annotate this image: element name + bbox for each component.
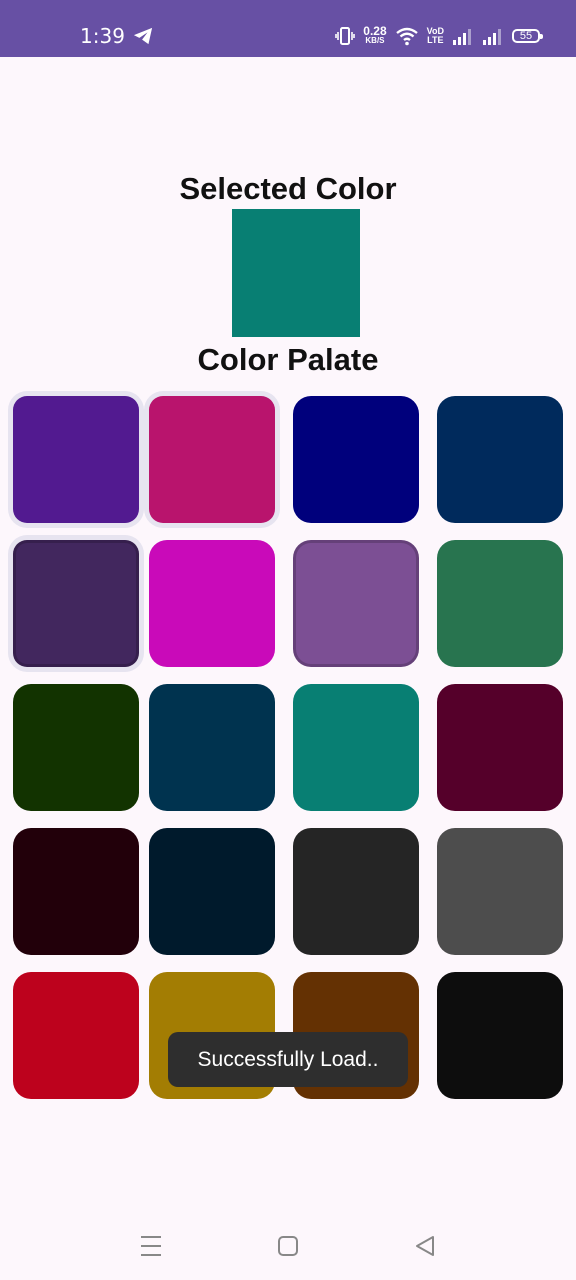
navigation-bar (0, 1210, 576, 1280)
color-swatch[interactable] (437, 540, 563, 667)
color-swatch[interactable] (149, 828, 275, 955)
toast-message: Successfully Load.. (168, 1032, 408, 1087)
back-icon[interactable] (411, 1232, 439, 1260)
color-swatch[interactable] (293, 828, 419, 955)
color-swatch[interactable] (293, 540, 419, 667)
color-swatch[interactable] (149, 396, 275, 523)
color-swatch[interactable] (437, 828, 563, 955)
color-swatch[interactable] (13, 828, 139, 955)
color-swatch[interactable] (149, 540, 275, 667)
color-swatch[interactable] (293, 396, 419, 523)
color-swatch[interactable] (437, 396, 563, 523)
color-swatch[interactable] (13, 396, 139, 523)
color-palette-grid (0, 0, 576, 1280)
color-swatch[interactable] (149, 684, 275, 811)
menu-icon[interactable] (137, 1232, 165, 1260)
color-swatch[interactable] (13, 972, 139, 1099)
color-swatch[interactable] (293, 684, 419, 811)
color-swatch[interactable] (437, 684, 563, 811)
home-icon[interactable] (274, 1232, 302, 1260)
color-swatch[interactable] (13, 540, 139, 667)
color-swatch[interactable] (437, 972, 563, 1099)
color-swatch[interactable] (13, 684, 139, 811)
